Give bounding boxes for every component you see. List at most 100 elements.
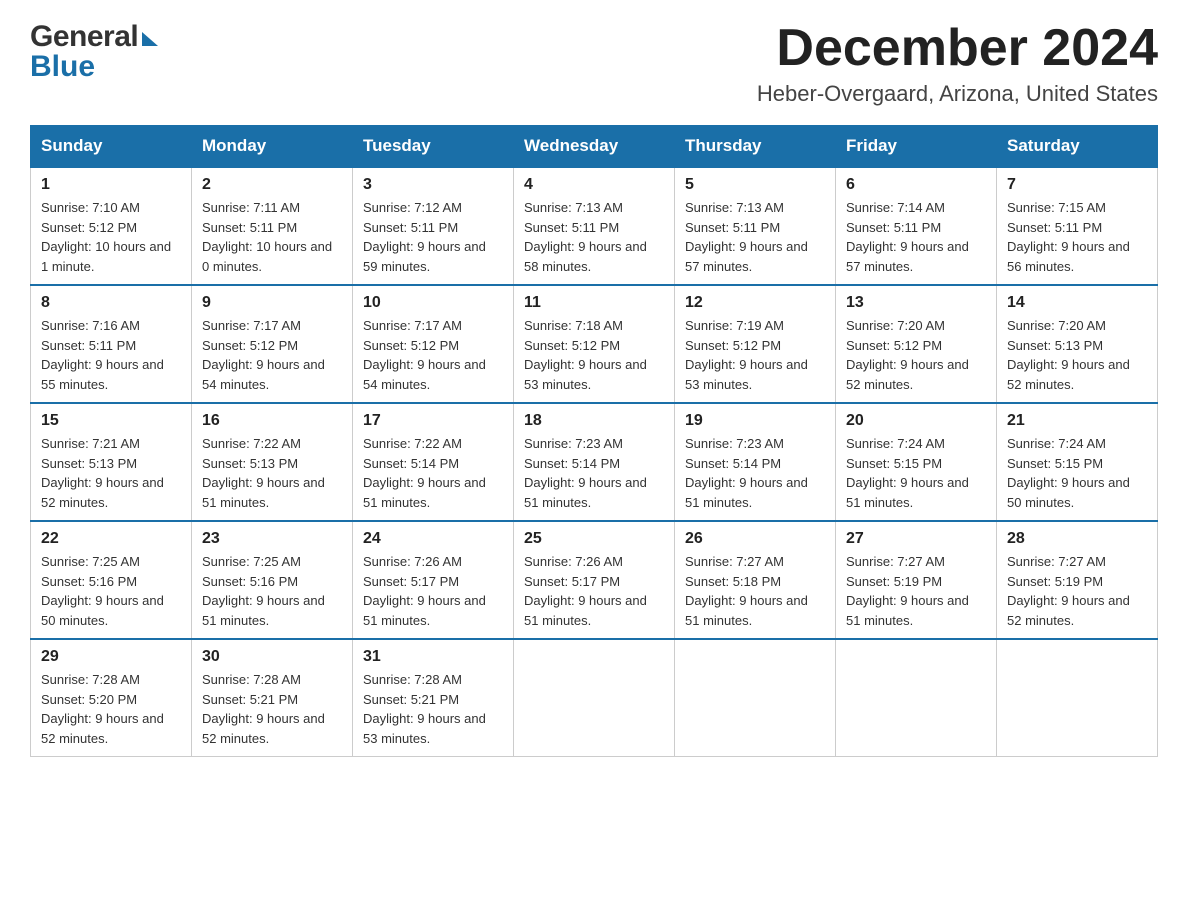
day-number: 31 (363, 648, 503, 666)
day-number: 2 (202, 176, 342, 194)
day-number: 24 (363, 530, 503, 548)
day-number: 21 (1007, 412, 1147, 430)
calendar-cell: 2 Sunrise: 7:11 AM Sunset: 5:11 PM Dayli… (192, 167, 353, 285)
day-info: Sunrise: 7:26 AM Sunset: 5:17 PM Dayligh… (363, 552, 503, 630)
day-number: 1 (41, 176, 181, 194)
day-number: 28 (1007, 530, 1147, 548)
calendar-cell: 16 Sunrise: 7:22 AM Sunset: 5:13 PM Dayl… (192, 403, 353, 521)
day-info: Sunrise: 7:25 AM Sunset: 5:16 PM Dayligh… (41, 552, 181, 630)
day-number: 18 (524, 412, 664, 430)
day-info: Sunrise: 7:25 AM Sunset: 5:16 PM Dayligh… (202, 552, 342, 630)
day-info: Sunrise: 7:27 AM Sunset: 5:19 PM Dayligh… (846, 552, 986, 630)
day-info: Sunrise: 7:26 AM Sunset: 5:17 PM Dayligh… (524, 552, 664, 630)
calendar-cell: 9 Sunrise: 7:17 AM Sunset: 5:12 PM Dayli… (192, 285, 353, 403)
calendar-week-3: 15 Sunrise: 7:21 AM Sunset: 5:13 PM Dayl… (31, 403, 1158, 521)
day-info: Sunrise: 7:12 AM Sunset: 5:11 PM Dayligh… (363, 198, 503, 276)
day-number: 15 (41, 412, 181, 430)
day-number: 26 (685, 530, 825, 548)
day-number: 30 (202, 648, 342, 666)
logo-blue-text: Blue (30, 50, 95, 84)
day-info: Sunrise: 7:13 AM Sunset: 5:11 PM Dayligh… (524, 198, 664, 276)
day-info: Sunrise: 7:24 AM Sunset: 5:15 PM Dayligh… (1007, 434, 1147, 512)
calendar-cell: 11 Sunrise: 7:18 AM Sunset: 5:12 PM Dayl… (514, 285, 675, 403)
logo-triangle-icon (142, 32, 158, 46)
weekday-header-thursday: Thursday (675, 126, 836, 168)
day-info: Sunrise: 7:11 AM Sunset: 5:11 PM Dayligh… (202, 198, 342, 276)
calendar-cell: 22 Sunrise: 7:25 AM Sunset: 5:16 PM Dayl… (31, 521, 192, 639)
calendar-cell (675, 639, 836, 757)
day-info: Sunrise: 7:24 AM Sunset: 5:15 PM Dayligh… (846, 434, 986, 512)
day-info: Sunrise: 7:22 AM Sunset: 5:14 PM Dayligh… (363, 434, 503, 512)
calendar-cell: 4 Sunrise: 7:13 AM Sunset: 5:11 PM Dayli… (514, 167, 675, 285)
day-info: Sunrise: 7:17 AM Sunset: 5:12 PM Dayligh… (363, 316, 503, 394)
day-info: Sunrise: 7:20 AM Sunset: 5:12 PM Dayligh… (846, 316, 986, 394)
calendar-cell: 19 Sunrise: 7:23 AM Sunset: 5:14 PM Dayl… (675, 403, 836, 521)
day-number: 29 (41, 648, 181, 666)
day-info: Sunrise: 7:28 AM Sunset: 5:21 PM Dayligh… (202, 670, 342, 748)
day-number: 17 (363, 412, 503, 430)
day-number: 10 (363, 294, 503, 312)
day-number: 27 (846, 530, 986, 548)
calendar-cell: 28 Sunrise: 7:27 AM Sunset: 5:19 PM Dayl… (997, 521, 1158, 639)
day-number: 12 (685, 294, 825, 312)
calendar-cell: 24 Sunrise: 7:26 AM Sunset: 5:17 PM Dayl… (353, 521, 514, 639)
day-number: 19 (685, 412, 825, 430)
day-info: Sunrise: 7:19 AM Sunset: 5:12 PM Dayligh… (685, 316, 825, 394)
weekday-header-tuesday: Tuesday (353, 126, 514, 168)
day-info: Sunrise: 7:23 AM Sunset: 5:14 PM Dayligh… (685, 434, 825, 512)
day-number: 9 (202, 294, 342, 312)
calendar-cell (514, 639, 675, 757)
page-header: General Blue December 2024 Heber-Overgaa… (30, 20, 1158, 107)
calendar-cell: 6 Sunrise: 7:14 AM Sunset: 5:11 PM Dayli… (836, 167, 997, 285)
calendar-week-4: 22 Sunrise: 7:25 AM Sunset: 5:16 PM Dayl… (31, 521, 1158, 639)
day-info: Sunrise: 7:13 AM Sunset: 5:11 PM Dayligh… (685, 198, 825, 276)
day-info: Sunrise: 7:14 AM Sunset: 5:11 PM Dayligh… (846, 198, 986, 276)
month-title: December 2024 (757, 20, 1158, 77)
day-info: Sunrise: 7:28 AM Sunset: 5:21 PM Dayligh… (363, 670, 503, 748)
weekday-header-row: SundayMondayTuesdayWednesdayThursdayFrid… (31, 126, 1158, 168)
calendar-cell: 1 Sunrise: 7:10 AM Sunset: 5:12 PM Dayli… (31, 167, 192, 285)
calendar-cell (836, 639, 997, 757)
day-number: 23 (202, 530, 342, 548)
day-info: Sunrise: 7:22 AM Sunset: 5:13 PM Dayligh… (202, 434, 342, 512)
day-number: 5 (685, 176, 825, 194)
day-number: 6 (846, 176, 986, 194)
logo: General Blue (30, 20, 158, 84)
calendar-cell: 14 Sunrise: 7:20 AM Sunset: 5:13 PM Dayl… (997, 285, 1158, 403)
day-info: Sunrise: 7:17 AM Sunset: 5:12 PM Dayligh… (202, 316, 342, 394)
day-number: 3 (363, 176, 503, 194)
day-info: Sunrise: 7:15 AM Sunset: 5:11 PM Dayligh… (1007, 198, 1147, 276)
weekday-header-sunday: Sunday (31, 126, 192, 168)
weekday-header-saturday: Saturday (997, 126, 1158, 168)
title-block: December 2024 Heber-Overgaard, Arizona, … (757, 20, 1158, 107)
day-number: 11 (524, 294, 664, 312)
day-number: 22 (41, 530, 181, 548)
day-info: Sunrise: 7:10 AM Sunset: 5:12 PM Dayligh… (41, 198, 181, 276)
calendar-cell: 21 Sunrise: 7:24 AM Sunset: 5:15 PM Dayl… (997, 403, 1158, 521)
day-info: Sunrise: 7:21 AM Sunset: 5:13 PM Dayligh… (41, 434, 181, 512)
calendar-table: SundayMondayTuesdayWednesdayThursdayFrid… (30, 125, 1158, 757)
weekday-header-wednesday: Wednesday (514, 126, 675, 168)
calendar-cell: 7 Sunrise: 7:15 AM Sunset: 5:11 PM Dayli… (997, 167, 1158, 285)
calendar-cell: 5 Sunrise: 7:13 AM Sunset: 5:11 PM Dayli… (675, 167, 836, 285)
calendar-cell: 23 Sunrise: 7:25 AM Sunset: 5:16 PM Dayl… (192, 521, 353, 639)
day-info: Sunrise: 7:23 AM Sunset: 5:14 PM Dayligh… (524, 434, 664, 512)
calendar-cell: 31 Sunrise: 7:28 AM Sunset: 5:21 PM Dayl… (353, 639, 514, 757)
weekday-header-friday: Friday (836, 126, 997, 168)
calendar-cell: 18 Sunrise: 7:23 AM Sunset: 5:14 PM Dayl… (514, 403, 675, 521)
calendar-cell (997, 639, 1158, 757)
logo-general-text: General (30, 20, 138, 54)
day-number: 16 (202, 412, 342, 430)
day-info: Sunrise: 7:27 AM Sunset: 5:18 PM Dayligh… (685, 552, 825, 630)
calendar-cell: 8 Sunrise: 7:16 AM Sunset: 5:11 PM Dayli… (31, 285, 192, 403)
calendar-week-1: 1 Sunrise: 7:10 AM Sunset: 5:12 PM Dayli… (31, 167, 1158, 285)
day-number: 20 (846, 412, 986, 430)
calendar-week-2: 8 Sunrise: 7:16 AM Sunset: 5:11 PM Dayli… (31, 285, 1158, 403)
day-number: 25 (524, 530, 664, 548)
weekday-header-monday: Monday (192, 126, 353, 168)
calendar-cell: 17 Sunrise: 7:22 AM Sunset: 5:14 PM Dayl… (353, 403, 514, 521)
calendar-cell: 3 Sunrise: 7:12 AM Sunset: 5:11 PM Dayli… (353, 167, 514, 285)
day-info: Sunrise: 7:27 AM Sunset: 5:19 PM Dayligh… (1007, 552, 1147, 630)
calendar-cell: 20 Sunrise: 7:24 AM Sunset: 5:15 PM Dayl… (836, 403, 997, 521)
calendar-cell: 25 Sunrise: 7:26 AM Sunset: 5:17 PM Dayl… (514, 521, 675, 639)
